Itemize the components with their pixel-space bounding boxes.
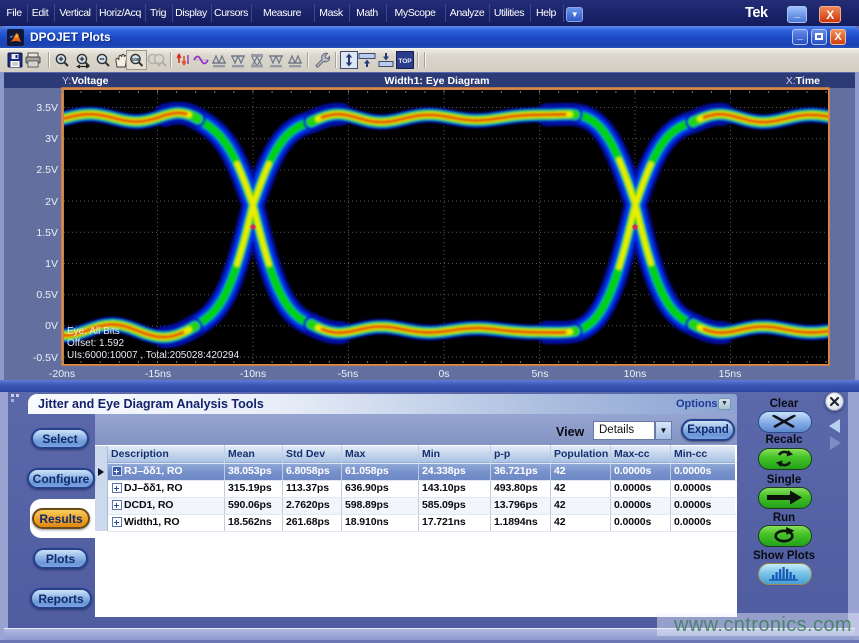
svg-text:0s: 0s <box>438 368 449 380</box>
svg-text:0.5V: 0.5V <box>36 289 58 301</box>
svg-text:-0.5V: -0.5V <box>33 352 58 364</box>
svg-text:Width1: Eye Diagram: Width1: Eye Diagram <box>385 75 490 87</box>
svg-text:TOP: TOP <box>398 58 412 65</box>
svg-text:-5ns: -5ns <box>338 368 358 380</box>
svg-text:10ns: 10ns <box>624 368 647 380</box>
svg-text:-10ns: -10ns <box>240 368 266 380</box>
svg-text:1.5V: 1.5V <box>36 227 58 239</box>
svg-text:3.5V: 3.5V <box>36 102 58 114</box>
svg-text:100: 100 <box>132 57 140 62</box>
svg-text:15ns: 15ns <box>719 368 742 380</box>
svg-text:2.5V: 2.5V <box>36 164 58 176</box>
svg-text:Eye: All Bits: Eye: All Bits <box>67 326 120 337</box>
svg-text:Y:Voltage: Y:Voltage <box>62 75 109 87</box>
svg-text:1V: 1V <box>45 258 58 270</box>
svg-text:2V: 2V <box>45 196 58 208</box>
svg-text:X:Time: X:Time <box>786 75 820 87</box>
svg-text:5ns: 5ns <box>532 368 549 380</box>
svg-text:Offset: 1.592: Offset: 1.592 <box>67 338 125 349</box>
svg-text:-20ns: -20ns <box>49 368 75 380</box>
svg-text:3V: 3V <box>45 133 58 145</box>
svg-text:0V: 0V <box>45 320 58 332</box>
svg-text:UIs:6000:10007 , Total:205028:: UIs:6000:10007 , Total:205028:420294 <box>67 350 240 361</box>
svg-text:-15ns: -15ns <box>145 368 171 380</box>
